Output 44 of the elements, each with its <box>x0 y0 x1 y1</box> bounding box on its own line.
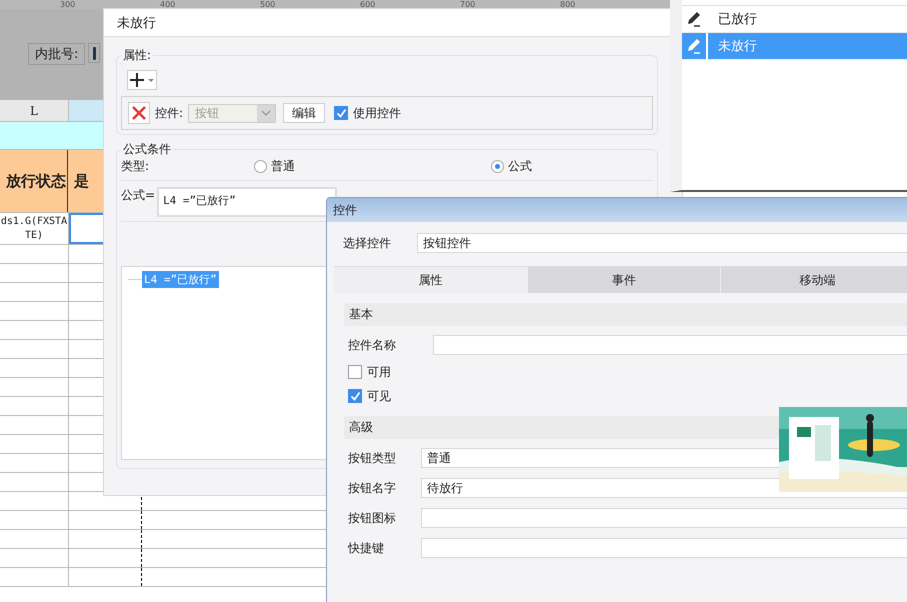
pencil-icon <box>686 38 702 54</box>
radio-button[interactable] <box>254 160 267 172</box>
ruler-label: 400 <box>160 0 176 9</box>
pencil-icon <box>686 11 702 27</box>
checkbox[interactable] <box>334 106 348 120</box>
ruler-label: 500 <box>260 0 276 9</box>
ruler-label: 800 <box>560 0 576 9</box>
select-control-label: 选择控件 <box>343 234 392 252</box>
checkbox-label: 使用控件 <box>353 104 402 122</box>
group-legend: 公式条件 <box>121 141 173 158</box>
radio-label: 公式 <box>508 158 532 174</box>
section-header: 基本 <box>344 303 907 326</box>
checkbox[interactable] <box>348 389 362 403</box>
dialog-title: 控件 <box>327 198 907 222</box>
add-button[interactable] <box>127 70 157 90</box>
group-legend: 属性: <box>121 47 154 64</box>
tab[interactable]: 属性 <box>334 267 528 293</box>
checkbox-label: 可见 <box>367 388 391 404</box>
input-field[interactable] <box>433 335 907 355</box>
tab[interactable]: 移动端 <box>721 267 907 293</box>
input-field[interactable] <box>421 508 907 528</box>
table-cell: 放行状态 <box>0 150 68 212</box>
field-label: 快捷键 <box>348 540 385 556</box>
control-label: 控件: <box>155 104 184 122</box>
batch-field[interactable] <box>88 43 100 63</box>
field-label: 控件名称 <box>348 336 397 354</box>
field-label: 按钮图标 <box>348 510 397 526</box>
ruler-label: 300 <box>60 0 76 9</box>
chevron-down-icon <box>261 110 272 116</box>
radio-label: 普通 <box>271 158 296 174</box>
table-cell: ds1.G(FXSTATE) <box>0 213 69 244</box>
delete-button[interactable] <box>128 102 150 124</box>
edit-button[interactable]: 编辑 <box>283 103 326 123</box>
ruler-label: 600 <box>360 0 376 9</box>
input-field[interactable] <box>421 538 907 558</box>
checkbox-label: 可用 <box>367 364 391 380</box>
field-label: 按钮类型 <box>348 450 397 466</box>
batch-label: 内批号: <box>28 43 86 65</box>
control-type-field[interactable]: 按钮控件 <box>417 233 907 253</box>
ruler-label: 700 <box>460 0 476 9</box>
field-label: 按钮名字 <box>348 480 397 496</box>
tab[interactable]: 事件 <box>528 267 722 293</box>
radio-button[interactable] <box>491 160 504 172</box>
checkbox[interactable] <box>348 365 362 379</box>
